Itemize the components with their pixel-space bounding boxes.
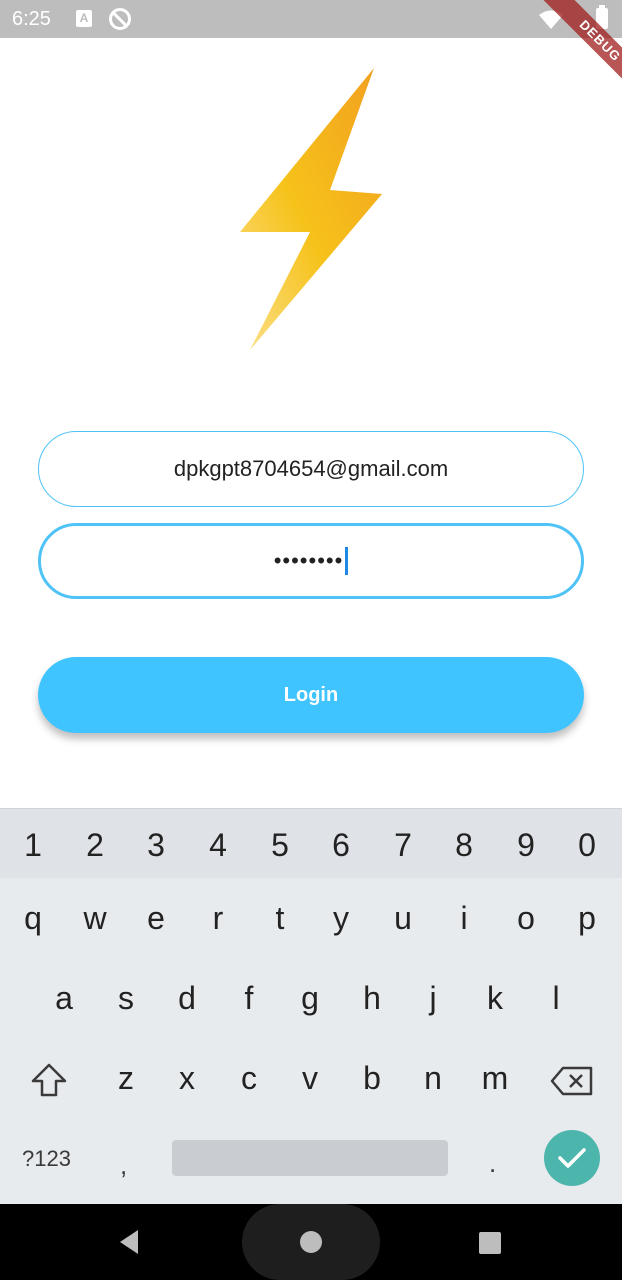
key-c[interactable]: c [224, 1060, 274, 1097]
symbols-key[interactable]: ?123 [22, 1146, 71, 1172]
back-icon[interactable] [116, 1228, 142, 1256]
debug-banner-container: DEBUG [512, 0, 622, 110]
key-1[interactable]: 1 [8, 827, 58, 864]
key-x[interactable]: x [162, 1060, 212, 1097]
backspace-icon[interactable] [550, 1066, 594, 1096]
enter-key[interactable] [544, 1130, 600, 1186]
lightning-bolt-icon [240, 68, 382, 350]
font-notification-icon: A [76, 10, 92, 27]
key-p[interactable]: p [562, 900, 612, 937]
password-field[interactable]: •••••••• [38, 523, 584, 599]
soft-keyboard: 1 2 3 4 5 6 7 8 9 0 q w e r t y u i o p … [0, 808, 622, 1204]
navigation-bar [0, 1204, 622, 1280]
key-a[interactable]: a [39, 980, 89, 1017]
key-period[interactable]: . [489, 1148, 496, 1179]
shift-icon[interactable] [30, 1062, 68, 1098]
email-field[interactable]: dpkgpt8704654@gmail.com [38, 431, 584, 507]
key-y[interactable]: y [316, 900, 366, 937]
key-s[interactable]: s [101, 980, 151, 1017]
key-t[interactable]: t [255, 900, 305, 937]
key-8[interactable]: 8 [439, 827, 489, 864]
key-g[interactable]: g [285, 980, 335, 1017]
login-button[interactable]: Login [38, 657, 584, 733]
key-4[interactable]: 4 [193, 827, 243, 864]
key-6[interactable]: 6 [316, 827, 366, 864]
key-7[interactable]: 7 [378, 827, 428, 864]
checkmark-icon [558, 1148, 586, 1168]
key-5[interactable]: 5 [255, 827, 305, 864]
password-value: •••••••• [273, 548, 344, 573]
key-u[interactable]: u [378, 900, 428, 937]
debug-banner: DEBUG [535, 0, 622, 106]
key-d[interactable]: d [162, 980, 212, 1017]
key-n[interactable]: n [408, 1060, 458, 1097]
email-value: dpkgpt8704654@gmail.com [173, 456, 449, 481]
key-comma[interactable]: , [120, 1150, 127, 1181]
key-k[interactable]: k [470, 980, 520, 1017]
key-e[interactable]: e [131, 900, 181, 937]
key-q[interactable]: q [8, 900, 58, 937]
status-time: 6:25 [12, 8, 51, 30]
key-2[interactable]: 2 [70, 827, 120, 864]
key-v[interactable]: v [285, 1060, 335, 1097]
sync-off-icon [109, 8, 131, 30]
text-cursor [345, 547, 349, 575]
key-z[interactable]: z [101, 1060, 151, 1097]
key-m[interactable]: m [470, 1060, 520, 1097]
key-b[interactable]: b [347, 1060, 397, 1097]
key-j[interactable]: j [408, 980, 458, 1017]
home-icon[interactable] [300, 1231, 322, 1253]
key-9[interactable]: 9 [501, 827, 551, 864]
key-w[interactable]: w [70, 900, 120, 937]
key-3[interactable]: 3 [131, 827, 181, 864]
key-f[interactable]: f [224, 980, 274, 1017]
key-o[interactable]: o [501, 900, 551, 937]
space-bar[interactable] [172, 1140, 448, 1176]
key-h[interactable]: h [347, 980, 397, 1017]
recents-icon[interactable] [479, 1232, 501, 1254]
key-i[interactable]: i [439, 900, 489, 937]
keyboard-number-row: 1 2 3 4 5 6 7 8 9 0 [0, 808, 622, 878]
key-l[interactable]: l [531, 980, 581, 1017]
key-r[interactable]: r [193, 900, 243, 937]
key-0[interactable]: 0 [562, 827, 612, 864]
